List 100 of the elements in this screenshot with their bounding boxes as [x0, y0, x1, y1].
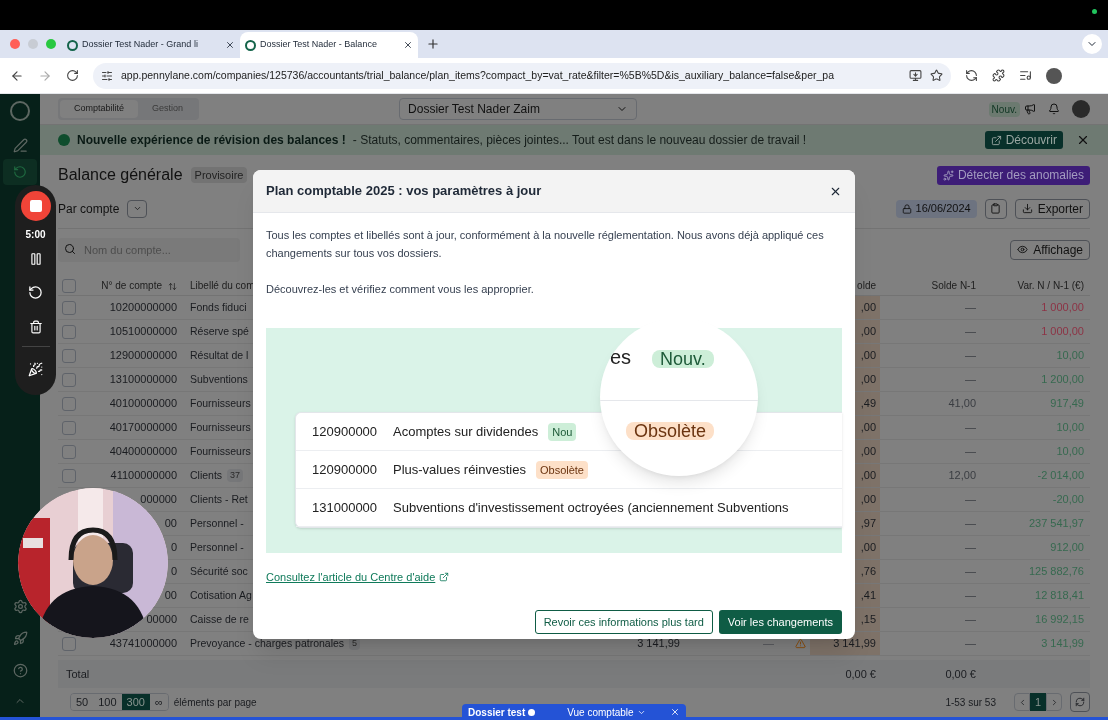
star-icon[interactable]: [930, 69, 943, 82]
site-icon: [245, 39, 256, 51]
row-checkbox[interactable]: [62, 300, 76, 315]
extensions-icon[interactable]: [992, 69, 1005, 82]
site-icon: [67, 39, 78, 51]
browser-tab[interactable]: Dossier Test Nader - Grand li: [62, 32, 240, 58]
account-label: Résultat de l: [190, 347, 249, 363]
variation-cell-text: -20,00: [1051, 492, 1085, 508]
row-checkbox[interactable]: [62, 636, 76, 651]
total-cell-text: 0,00 €: [944, 666, 977, 682]
tab-list-button[interactable]: [1082, 34, 1102, 54]
lock-icon: [901, 203, 912, 214]
row-checkbox[interactable]: [62, 372, 76, 387]
dossier-select[interactable]: Dossier Test Nader Zaim: [399, 98, 638, 120]
account-label: Sécurité soc: [190, 563, 248, 579]
tab-title: Dossier Test Nader - Grand li: [82, 38, 199, 52]
row-checkbox[interactable]: [62, 420, 76, 435]
table-cell-text: —: [964, 372, 977, 388]
column-header[interactable]: Solde N-1: [880, 278, 980, 293]
refresh-button[interactable]: [1070, 692, 1090, 712]
row-checkbox[interactable]: [62, 324, 76, 339]
clipboard-button[interactable]: [984, 198, 1007, 219]
account-number: 13100000000: [108, 372, 178, 388]
view-select[interactable]: Vue comptable: [567, 704, 646, 720]
extension-icon[interactable]: [965, 69, 978, 82]
help-article-link[interactable]: Consultez l'article du Centre d'aide: [266, 568, 450, 586]
close-window-icon[interactable]: [10, 39, 20, 49]
media-icon[interactable]: [1019, 69, 1032, 82]
eye-icon: [1017, 244, 1029, 255]
megaphone-icon[interactable]: [1024, 103, 1036, 115]
address-bar[interactable]: app.pennylane.com/companies/125736/accountants/trial_balance/plan_items?compact_by=vat_rate&filter=%5B%5D&is_auxiliary_balance=false&per_pa: [93, 62, 951, 89]
account-label: Prevoyance - charges patronales: [190, 635, 345, 651]
trash-icon[interactable]: [28, 320, 43, 334]
page-size-option[interactable]: 300: [121, 693, 150, 711]
account-label: Fournisseurs: [190, 419, 251, 435]
zoomed-text: es: [610, 348, 632, 366]
party-popper-icon[interactable]: [28, 362, 43, 377]
variation-cell-text: 917,49: [1049, 396, 1085, 412]
install-icon[interactable]: [909, 69, 922, 82]
warning-icon: [794, 638, 806, 649]
stop-recording-button[interactable]: [20, 191, 51, 221]
row-checkbox[interactable]: [62, 468, 76, 483]
table-cell-text: —: [964, 636, 977, 652]
row-checkbox[interactable]: [62, 348, 76, 363]
account-number: 000000: [139, 492, 178, 508]
banner-title: Nouvelle expérience de révision des balances !: [77, 132, 346, 149]
later-button[interactable]: Revoir ces informations plus tard: [534, 610, 713, 634]
row-checkbox[interactable]: [62, 444, 76, 459]
table-cell-text: —: [964, 564, 977, 580]
sidebar-item[interactable]: [3, 159, 37, 185]
current-page-button[interactable]: 1: [1030, 693, 1046, 711]
variation-cell-text: 10,00: [1055, 420, 1085, 436]
group-by-label: Par compte: [58, 200, 120, 218]
user-avatar[interactable]: [1072, 100, 1090, 118]
bell-icon[interactable]: [1048, 103, 1060, 115]
discover-button[interactable]: Découvrir: [984, 131, 1063, 149]
segment-tab[interactable]: Gestion: [138, 100, 198, 118]
account-label: Cotisation Ag: [190, 587, 252, 603]
account-number: 10200000000: [108, 300, 178, 316]
profile-avatar[interactable]: [1046, 67, 1062, 84]
browser-tab[interactable]: Dossier Test Nader - Balance: [240, 32, 418, 58]
pen-icon[interactable]: [12, 138, 28, 153]
logo-icon[interactable]: [10, 101, 30, 121]
restart-icon[interactable]: [28, 285, 43, 300]
column-header[interactable]: N° de compte: [90, 278, 185, 293]
back-icon[interactable]: [10, 68, 24, 83]
help-icon[interactable]: [12, 663, 28, 678]
pause-icon[interactable]: [28, 252, 43, 266]
select-all-checkbox[interactable]: [62, 278, 76, 293]
table-cell-text: —: [964, 444, 977, 460]
sort-icon[interactable]: [168, 281, 177, 291]
account-number: 00: [163, 588, 178, 604]
table-cell-text: —: [964, 300, 977, 316]
rocket-icon[interactable]: [12, 631, 28, 646]
status-tag: Obsolète: [535, 460, 588, 479]
dropdown-button[interactable]: [127, 199, 148, 218]
export-button[interactable]: Exporter: [1014, 198, 1090, 219]
segment-tab[interactable]: Comptabilité: [60, 100, 139, 118]
total-label: Total: [65, 666, 91, 682]
display-button[interactable]: Affichage: [1010, 239, 1090, 260]
site-info-icon: [101, 69, 113, 82]
dossier-label: Dossier test: [468, 705, 526, 720]
settings-icon[interactable]: [12, 599, 28, 614]
new-tab-icon[interactable]: [426, 37, 440, 51]
maximize-window-icon[interactable]: [46, 39, 56, 49]
reload-icon[interactable]: [66, 69, 79, 82]
close-icon[interactable]: [225, 40, 235, 50]
account-label: Réserve spé: [190, 323, 249, 339]
view-changes-button[interactable]: Voir les changements: [718, 610, 842, 634]
tab-title: Dossier Test Nader - Balance: [260, 38, 378, 52]
close-icon[interactable]: [403, 40, 413, 50]
variation-cell-text: 16 992,15: [1034, 612, 1085, 628]
table-cell-text: —: [964, 492, 977, 508]
forward-icon[interactable]: [38, 68, 52, 83]
row-checkbox[interactable]: [62, 396, 76, 411]
account-number: 40170000000: [108, 420, 178, 436]
detect-anomalies-button[interactable]: Détecter des anomalies: [936, 165, 1090, 185]
sparkles-icon: [942, 169, 954, 181]
clipboard-icon: [990, 203, 1002, 214]
column-header[interactable]: Var. N / N-1 (€): [980, 278, 1090, 293]
